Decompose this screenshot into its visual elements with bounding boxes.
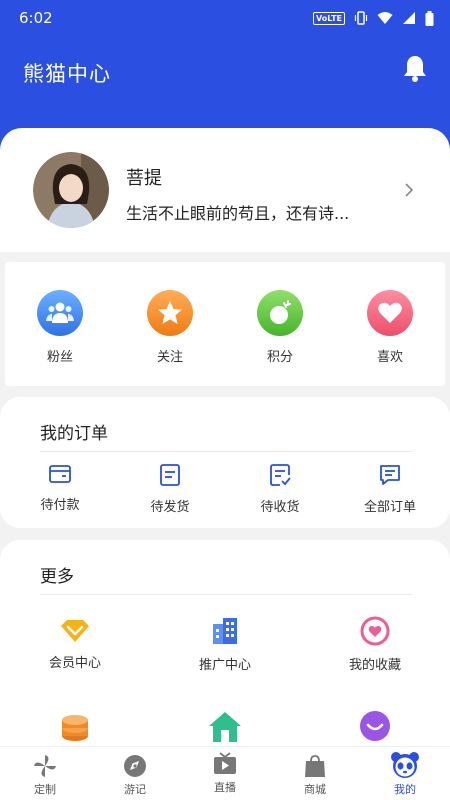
member-center[interactable]: 会员中心: [20, 618, 130, 671]
order-all[interactable]: 全部订单: [350, 463, 430, 515]
order-pending-shipment[interactable]: 待发货: [130, 463, 210, 515]
battery-icon: [425, 10, 434, 26]
order-pending-payment[interactable]: 待付款: [20, 463, 100, 513]
tab-label: 商城: [304, 783, 326, 796]
avatar[interactable]: [33, 152, 109, 228]
profile-name: 菩提: [126, 168, 162, 189]
more-label: 我的收藏: [348, 658, 401, 673]
stat-fans[interactable]: 粉丝: [20, 290, 100, 365]
tab-travel-notes[interactable]: 游记: [100, 753, 170, 797]
tv-icon: [214, 752, 236, 774]
receive-doc-icon: [270, 464, 291, 486]
tab-label: 定制: [34, 783, 56, 796]
favorite-heart-icon: [360, 616, 390, 646]
volte-icon: VoLTE: [313, 11, 345, 25]
wifi-icon: [377, 12, 393, 24]
status-icons: VoLTE: [313, 10, 434, 26]
stats-card: 粉丝 关注 积分 喜欢: [5, 262, 445, 386]
diamond-icon: [61, 620, 89, 642]
points-icon: [257, 290, 303, 336]
tab-mine[interactable]: 我的: [370, 751, 440, 797]
order-label: 待付款: [40, 498, 80, 513]
my-favorites[interactable]: 我的收藏: [320, 616, 430, 673]
home-icon: [209, 712, 241, 742]
coins-icon: [62, 715, 88, 741]
tab-customize[interactable]: 定制: [10, 753, 80, 797]
order-label: 全部订单: [363, 500, 416, 515]
orders-card: 我的订单 待付款 待发货 待收货 全部订单: [0, 397, 450, 528]
tab-live[interactable]: 直播: [190, 751, 260, 795]
coins-entry[interactable]: [20, 712, 130, 744]
page-title: 熊猫中心: [23, 62, 111, 86]
profile-bio: 生活不止眼前的苟且，还有诗...: [126, 204, 350, 223]
divider: [40, 594, 412, 595]
order-pending-receipt[interactable]: 待收货: [240, 463, 320, 515]
fans-icon: [37, 290, 83, 336]
vibrate-icon: [354, 11, 368, 25]
shop-bag-icon: [305, 755, 325, 777]
tab-label: 直播: [214, 781, 236, 794]
tab-mall[interactable]: 商城: [280, 753, 350, 797]
promotion-center[interactable]: 推广中心: [170, 616, 280, 673]
stat-label: 积分: [266, 350, 293, 365]
more-title: 更多: [40, 567, 74, 587]
stat-likes[interactable]: 喜欢: [350, 290, 430, 365]
more-label: 会员中心: [48, 656, 101, 671]
bottom-tab-bar: 定制 游记 直播 商城 我的: [0, 746, 450, 800]
home-entry[interactable]: [170, 710, 280, 742]
smile-icon: [360, 711, 390, 741]
bell-icon[interactable]: [402, 54, 428, 82]
signal-icon: [403, 12, 415, 24]
stat-follow[interactable]: 关注: [130, 290, 210, 365]
panda-icon: [391, 752, 419, 778]
more-label: 推广中心: [198, 658, 251, 673]
compass-icon: [124, 755, 146, 777]
profile-card[interactable]: 菩提 生活不止眼前的苟且，还有诗...: [0, 128, 450, 252]
stat-label: 关注: [156, 350, 183, 365]
building-icon: [213, 618, 237, 644]
order-label: 待发货: [150, 500, 190, 515]
stat-points[interactable]: 积分: [240, 290, 320, 365]
stat-label: 喜欢: [376, 350, 403, 365]
divider: [40, 451, 412, 452]
status-time: 6:02: [19, 9, 53, 27]
orders-title: 我的订单: [40, 424, 108, 444]
ship-doc-icon: [160, 464, 180, 486]
pinwheel-icon: [34, 755, 56, 777]
message-doc-icon: [380, 465, 400, 485]
tab-label: 游记: [124, 783, 146, 796]
wallet-icon: [49, 465, 71, 483]
chevron-right-icon[interactable]: [404, 182, 414, 198]
tab-label: 我的: [394, 783, 416, 796]
star-icon: [147, 290, 193, 336]
smile-entry[interactable]: [320, 710, 430, 742]
heart-icon: [367, 290, 413, 336]
order-label: 待收货: [260, 500, 300, 515]
stat-label: 粉丝: [46, 350, 73, 365]
status-bar: 6:02 VoLTE: [0, 0, 450, 36]
